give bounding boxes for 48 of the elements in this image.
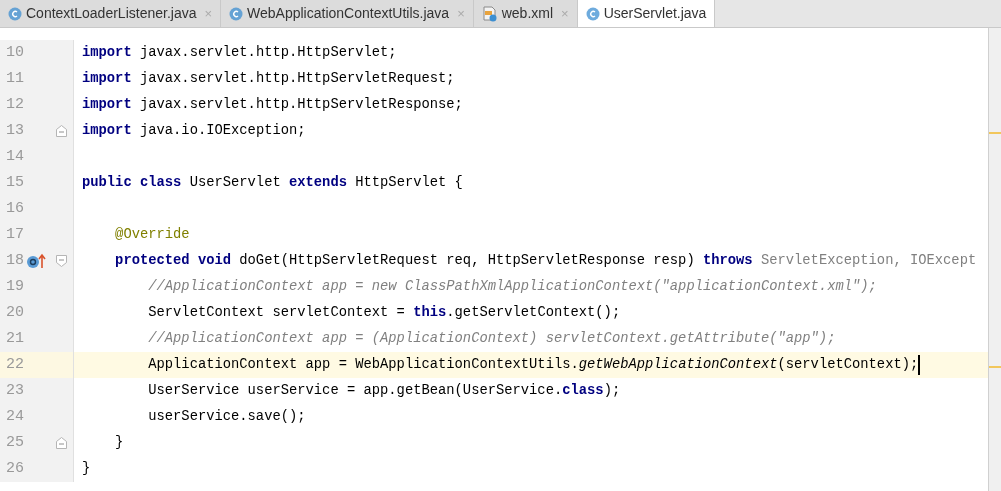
text-cursor — [918, 355, 921, 375]
code-line: public class UserServlet extends HttpServlet { — [82, 173, 463, 192]
fold-icon[interactable] — [56, 437, 67, 449]
line-number: 18 — [5, 250, 25, 271]
line-number: 10 — [5, 42, 25, 63]
tab-label: web.xml — [501, 4, 554, 23]
editor-tab[interactable]: UserServlet.java — [577, 0, 716, 27]
code-line: userService.save(); — [147, 407, 306, 426]
line-number: 11 — [5, 68, 25, 89]
class-icon — [585, 6, 600, 21]
line-number: 23 — [5, 380, 25, 401]
code-line: protected void doGet(HttpServletRequest req, HttpServletResponse resp) throws ServletException, IOExcept — [114, 251, 977, 270]
fold-icon[interactable] — [56, 125, 67, 137]
line-number: 20 — [5, 302, 25, 323]
tab-label: ContextLoaderListener.java — [26, 4, 197, 23]
fold-icon[interactable] — [56, 255, 67, 267]
line-number: 13 — [5, 120, 25, 141]
line-number: 12 — [5, 94, 25, 115]
code-line: //ApplicationContext app = new ClassPathXmlApplicationContext("applicationContext.xml"); — [147, 277, 877, 296]
line-number: 16 — [5, 198, 25, 219]
editor-tab[interactable]: ContextLoaderListener.java × — [0, 0, 222, 27]
code-line: import javax.servlet.http.HttpServletResponse; — [82, 95, 463, 114]
line-number: 14 — [5, 146, 25, 167]
code-line: import java.io.IOException; — [82, 121, 306, 140]
code-line: @Override — [114, 225, 190, 244]
line-number: 21 — [5, 328, 25, 349]
code-line: } — [114, 433, 124, 452]
code-line: UserService userService = app.getBean(UserService.class); — [147, 381, 621, 400]
code-line: import javax.servlet.http.HttpServlet; — [82, 43, 397, 62]
line-number: 19 — [5, 276, 25, 297]
line-number: 22 — [5, 354, 25, 375]
xml-file-icon — [481, 5, 498, 22]
line-number: 24 — [5, 406, 25, 427]
line-number: 15 — [5, 172, 25, 193]
code-line: //ApplicationContext app = (ApplicationContext) servletContext.getAttribute("app"); — [147, 329, 836, 348]
class-icon — [229, 6, 244, 21]
code-line: } — [82, 459, 91, 478]
tab-label: WebApplicationContextUtils.java — [247, 4, 450, 23]
editor-tab[interactable]: WebApplicationContextUtils.java × — [221, 0, 474, 27]
line-number: 25 — [5, 432, 25, 453]
editor-tab[interactable]: web.xml × — [473, 0, 578, 27]
line-number: 17 — [5, 224, 25, 245]
tab-label: UserServlet.java — [603, 4, 707, 23]
code-line: ServletContext servletContext = this.getServletContext(); — [147, 303, 621, 322]
code-line: import javax.servlet.http.HttpServletRequest; — [82, 69, 455, 88]
code-line: ApplicationContext app = WebApplicationContextUtils.getWebApplicationContext(servletContext); — [147, 355, 919, 374]
line-number: 26 — [5, 458, 25, 479]
class-icon — [8, 6, 22, 21]
